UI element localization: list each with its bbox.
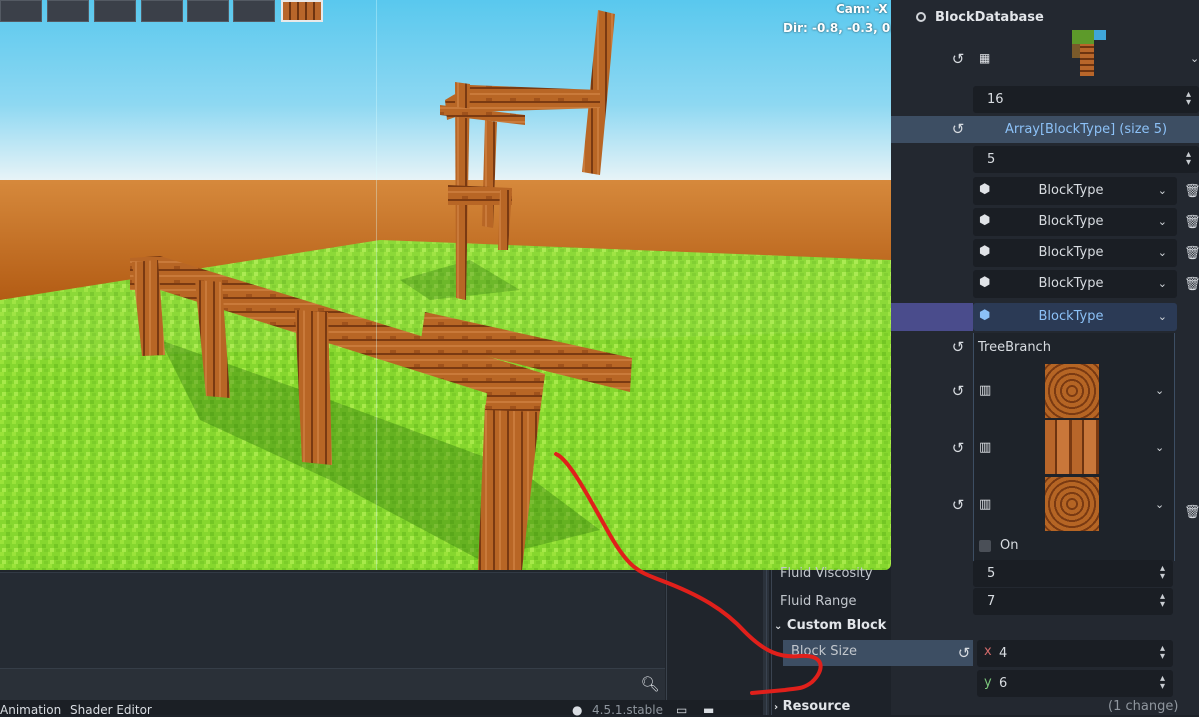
block-type-label: BlockType <box>1038 309 1104 324</box>
spin-arrows-icon[interactable]: ▴ ▾ <box>1160 564 1165 582</box>
atlas-size-value: 16 <box>987 92 1004 107</box>
texture-bottom-preview[interactable] <box>1045 477 1099 531</box>
texture-atlas-icon[interactable]: ▦ <box>979 52 992 65</box>
block-size-x-field[interactable]: 4 ▴ ▾ <box>977 640 1173 667</box>
texture-side-preview[interactable] <box>1045 420 1099 474</box>
resource-change-count: (1 change) <box>1108 699 1179 714</box>
block-type-item-selected[interactable]: ⬢ BlockType ⌄ <box>973 303 1177 331</box>
trash-icon[interactable]: 🗑︎ <box>1184 277 1199 293</box>
trash-icon[interactable]: 🗑︎ <box>1184 184 1199 200</box>
reload-icon[interactable]: ↺ <box>950 383 966 399</box>
block-name-value[interactable]: TreeBranch <box>978 340 1051 355</box>
reload-icon[interactable]: ↺ <box>956 645 972 661</box>
chevron-down-icon[interactable]: ⌄ <box>1158 208 1167 236</box>
fluid-range-value: 7 <box>987 594 996 609</box>
trash-icon[interactable]: 🗑︎ <box>1184 215 1199 231</box>
hotbar-slot[interactable] <box>233 0 275 22</box>
chevron-right-icon: › <box>774 702 779 713</box>
reload-icon[interactable]: ↺ <box>950 440 966 456</box>
hotbar-slot-selected[interactable] <box>281 0 323 22</box>
hotbar-slot[interactable] <box>141 0 183 22</box>
array-size-field[interactable]: 5 ▴ ▾ <box>973 146 1199 173</box>
trash-icon[interactable]: 🗑︎ <box>1184 505 1199 521</box>
fluid-checkbox-label: On <box>1000 538 1019 553</box>
chevron-down-icon[interactable]: ⌄ <box>1158 177 1167 205</box>
hotbar-slot[interactable] <box>187 0 229 22</box>
chevron-down-icon[interactable]: ⌄ <box>1155 498 1164 511</box>
block-size-x-value: 4 <box>999 646 1008 661</box>
hotbar-slot[interactable] <box>47 0 89 22</box>
spin-arrows-icon[interactable]: ▴ ▾ <box>1160 674 1165 692</box>
block-type-label: BlockType <box>1038 214 1104 229</box>
camera-readout: Cam: -X <box>836 2 888 16</box>
chevron-down-icon[interactable]: ⌄ <box>1190 52 1199 65</box>
inspector-title: BlockDatabase <box>935 10 1044 25</box>
direction-readout: Dir: -0.8, -0.3, 0.6 <box>783 21 891 35</box>
texture-atlas-preview[interactable] <box>1072 30 1106 76</box>
map-icon[interactable]: ▥ <box>979 441 993 455</box>
array-size-value: 5 <box>987 152 996 167</box>
block-type-item[interactable]: ⬢ BlockType ⌄ <box>973 270 1177 298</box>
atlas-size-field[interactable]: 16 ▴ ▾ <box>973 86 1199 113</box>
axis-y-label: y <box>984 675 992 690</box>
chevron-down-icon[interactable]: ⌄ <box>1158 239 1167 267</box>
block-type-item[interactable]: ⬢ BlockType ⌄ <box>973 177 1177 205</box>
hotbar-slot[interactable] <box>94 0 136 22</box>
annotation-arrow <box>554 452 823 695</box>
texture-top-preview[interactable] <box>1045 364 1099 418</box>
block-type-item[interactable]: ⬢ BlockType ⌄ <box>973 239 1177 267</box>
reload-icon[interactable]: ↺ <box>950 51 966 67</box>
block-size-y-field[interactable]: 6 ▴ ▾ <box>977 670 1173 697</box>
fluid-range-field[interactable]: 7 ▴ ▾ <box>973 588 1173 615</box>
spin-arrows-icon[interactable]: ▴ ▾ <box>1186 90 1191 108</box>
trash-icon[interactable]: 🗑︎ <box>1184 246 1199 262</box>
axis-x-label: x <box>984 644 992 659</box>
map-icon[interactable]: ▥ <box>979 384 993 398</box>
chevron-down-icon[interactable]: ⌄ <box>1158 270 1167 298</box>
map-icon[interactable]: ▥ <box>979 498 993 512</box>
reload-icon[interactable]: ↺ <box>950 339 966 355</box>
block-type-label: BlockType <box>1038 276 1104 291</box>
block-types-array-button[interactable]: Array[BlockType] (size 5) <box>973 116 1199 143</box>
fluid-viscosity-field[interactable]: 5 ▴ ▾ <box>973 560 1173 587</box>
block-type-label: BlockType <box>1038 245 1104 260</box>
spin-arrows-icon[interactable]: ▴ ▾ <box>1160 644 1165 662</box>
block-type-item[interactable]: ⬢ BlockType ⌄ <box>973 208 1177 236</box>
reload-icon[interactable]: ↺ <box>950 497 966 513</box>
chevron-down-icon[interactable]: ⌄ <box>1155 441 1164 454</box>
block-type-label: BlockType <box>1038 183 1104 198</box>
fluid-viscosity-value: 5 <box>987 566 996 581</box>
resource-section[interactable]: › Resource <box>774 699 850 714</box>
chevron-down-icon[interactable]: ⌄ <box>1158 303 1167 331</box>
hotbar-slot[interactable] <box>0 0 42 22</box>
selected-block-label-highlight <box>891 303 973 331</box>
fluid-checkbox[interactable] <box>979 540 991 552</box>
reload-icon[interactable]: ↺ <box>950 121 966 137</box>
circle-icon <box>916 12 926 22</box>
spin-arrows-icon[interactable]: ▴ ▾ <box>1160 592 1165 610</box>
resource-title: Resource <box>782 699 851 714</box>
spin-arrows-icon[interactable]: ▴ ▾ <box>1186 150 1191 168</box>
chevron-down-icon[interactable]: ⌄ <box>1155 384 1164 397</box>
block-size-y-value: 6 <box>999 676 1008 691</box>
crosshair-line <box>376 0 377 570</box>
